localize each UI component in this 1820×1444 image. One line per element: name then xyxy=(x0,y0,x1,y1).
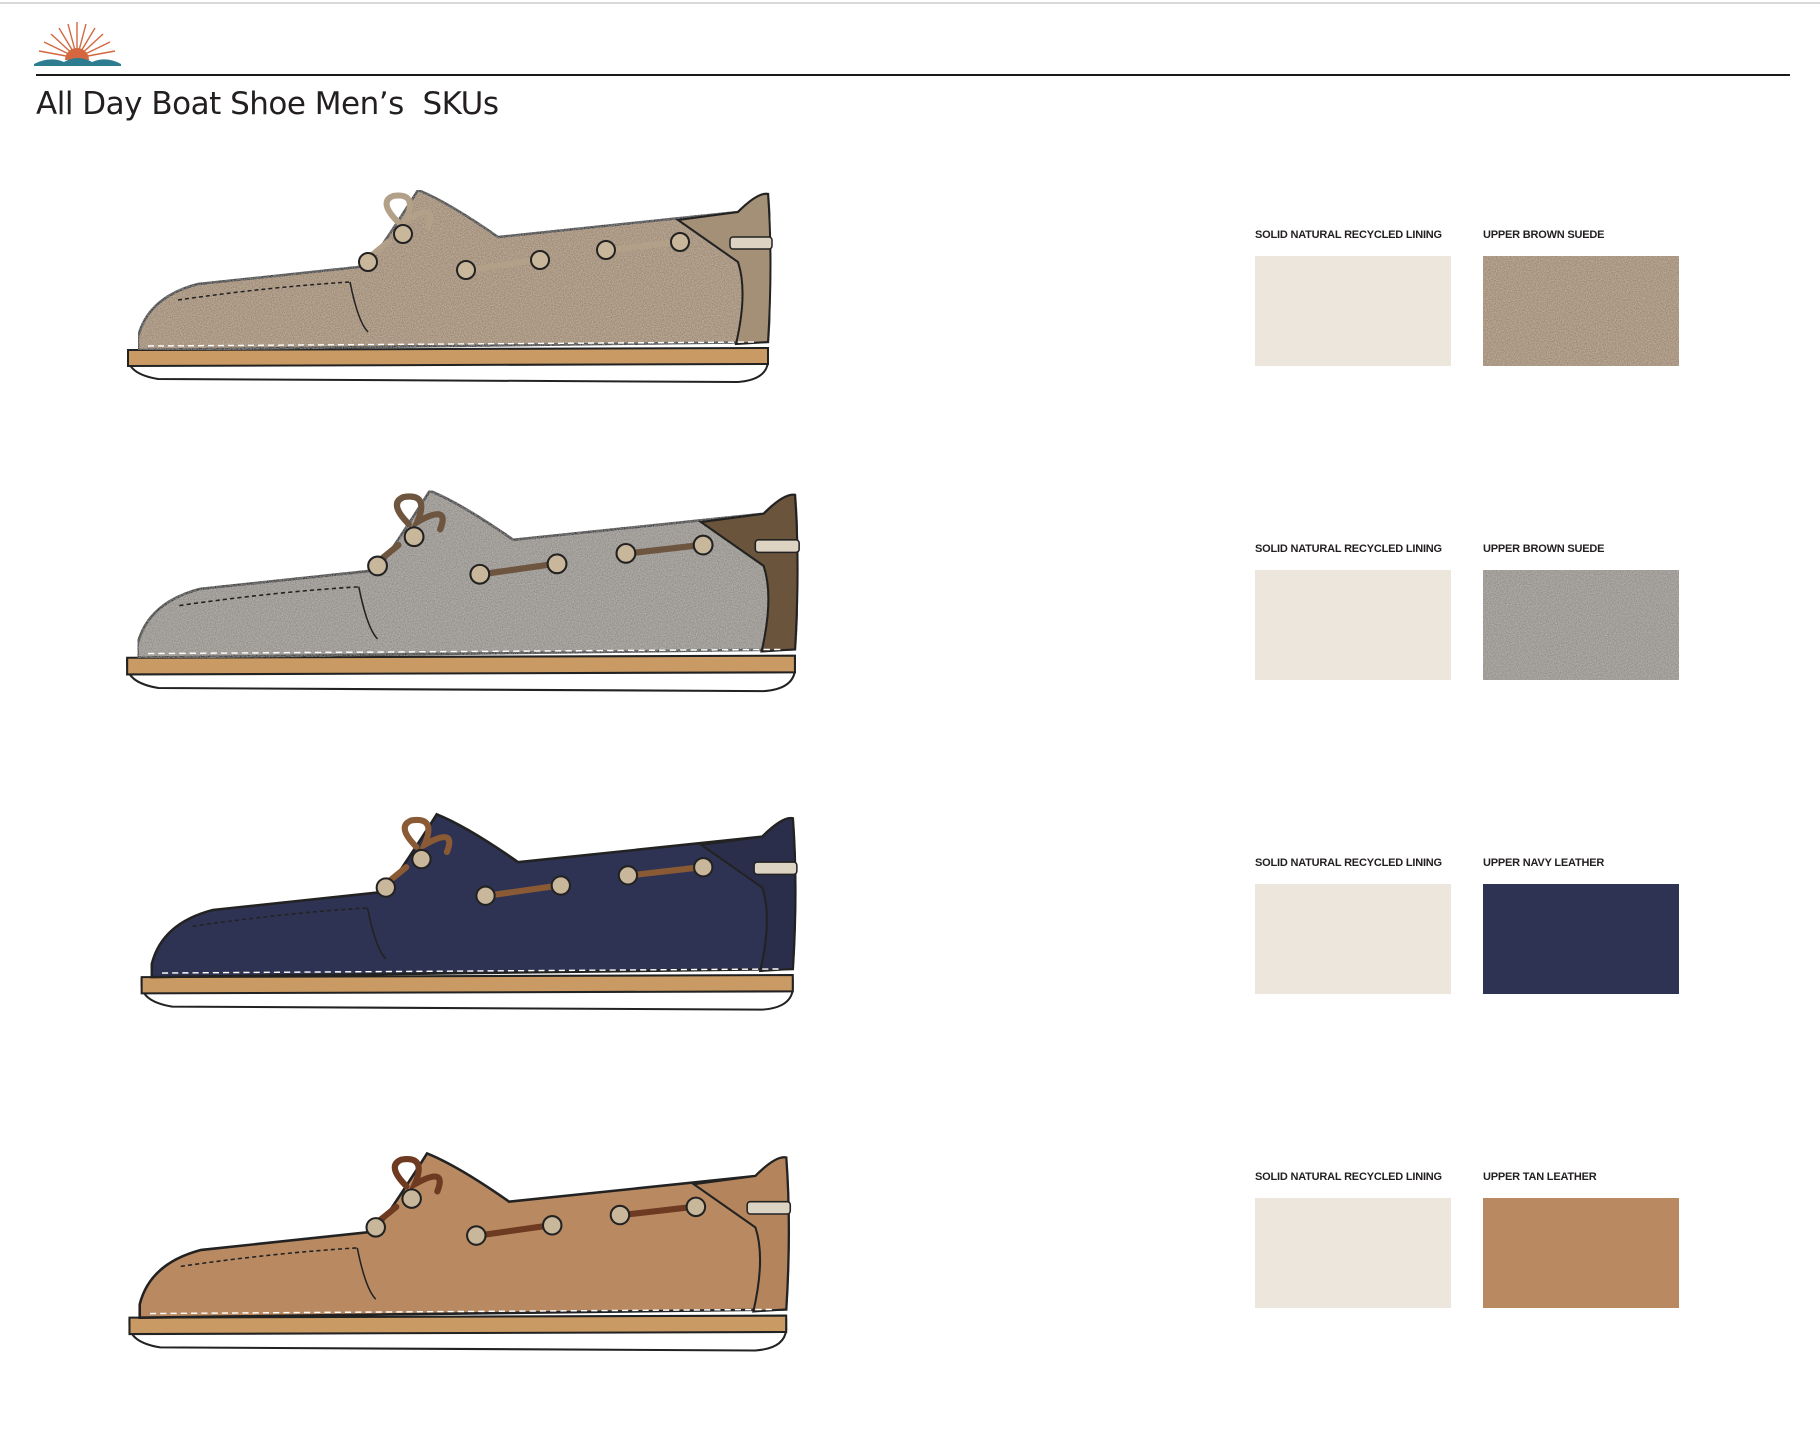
sunrise-logo-icon xyxy=(30,18,125,70)
swatch-lining xyxy=(1255,1198,1451,1308)
swatch-upper xyxy=(1483,1198,1679,1308)
swatch-label-upper: UPPER NAVY LEATHER xyxy=(1483,857,1605,869)
shoe-sku-1 xyxy=(118,172,868,407)
swatch-label-upper: UPPER BROWN SUEDE xyxy=(1483,229,1605,241)
swatch-label-lining: SOLID NATURAL RECYCLED LINING xyxy=(1255,543,1442,555)
shoe-sku-4 xyxy=(114,1135,894,1376)
swatch-label-upper: UPPER TAN LEATHER xyxy=(1483,1171,1597,1183)
swatch-lining xyxy=(1255,570,1451,680)
swatch-label-lining: SOLID NATURAL RECYCLED LINING xyxy=(1255,1171,1442,1183)
top-border xyxy=(0,2,1820,4)
swatch-lining xyxy=(1255,884,1451,994)
swatch-upper xyxy=(1483,256,1679,366)
swatch-label-upper: UPPER BROWN SUEDE xyxy=(1483,543,1605,555)
swatch-upper xyxy=(1483,884,1679,994)
swatch-label-lining: SOLID NATURAL RECYCLED LINING xyxy=(1255,857,1442,869)
swatch-upper xyxy=(1483,570,1679,680)
header-divider xyxy=(36,74,1790,76)
swatch-label-lining: SOLID NATURAL RECYCLED LINING xyxy=(1255,229,1442,241)
swatch-lining xyxy=(1255,256,1451,366)
shoe-sku-2 xyxy=(108,472,908,717)
page-title: All Day Boat Shoe Men’s SKUs xyxy=(36,86,499,122)
shoe-sku-3 xyxy=(118,796,908,1035)
